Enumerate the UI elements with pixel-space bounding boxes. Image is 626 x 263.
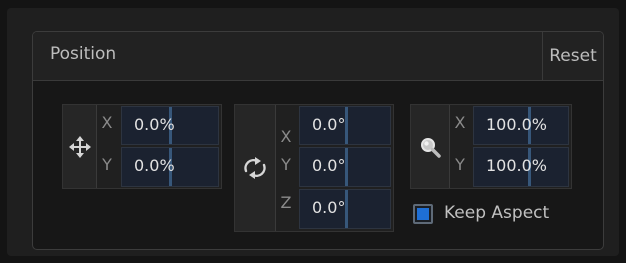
rotate-z-field[interactable]: 0.0° xyxy=(299,189,391,229)
translate-group: X Y 0.0% 0.0% xyxy=(62,104,222,189)
scale-x-field[interactable]: 100.0% xyxy=(473,106,569,145)
checkbox-checked-mark xyxy=(417,208,429,220)
scale-group: X Y 100.0% 100.0% xyxy=(410,104,572,189)
value-indicator xyxy=(345,190,348,228)
translate-y-value: 0.0% xyxy=(134,156,175,175)
scale-button[interactable] xyxy=(411,105,450,188)
rotate-arrows-icon xyxy=(244,157,266,179)
rotate-x-value: 0.0° xyxy=(312,115,346,134)
translate-x-field[interactable]: 0.0% xyxy=(121,106,219,145)
rotate-y-value: 0.0° xyxy=(312,156,346,175)
scale-x-value: 100.0% xyxy=(486,115,548,134)
scale-y-field[interactable]: 100.0% xyxy=(473,147,569,187)
reset-button[interactable]: Reset xyxy=(542,32,603,80)
rotate-y-field[interactable]: 0.0° xyxy=(299,147,391,187)
keep-aspect-label[interactable]: Keep Aspect xyxy=(444,203,549,223)
scale-y-axis-label: Y xyxy=(455,155,465,174)
rotate-z-axis-label: Z xyxy=(280,193,292,212)
keep-aspect-checkbox[interactable] xyxy=(413,204,433,224)
move-arrows-icon xyxy=(68,135,91,158)
move-button[interactable] xyxy=(63,105,97,188)
rotate-y-axis-label: Y xyxy=(281,155,291,174)
rotate-group: X Y Z 0.0° 0.0° 0.0° xyxy=(234,104,394,232)
value-indicator xyxy=(345,107,348,144)
translate-y-field[interactable]: 0.0% xyxy=(121,147,219,187)
position-panel: Position Reset X Y 0.0% 0.0% X Y Z 0.0° … xyxy=(32,31,604,250)
scale-y-value: 100.0% xyxy=(486,156,548,175)
rotate-button[interactable] xyxy=(235,105,276,231)
panel-title: Position xyxy=(50,44,117,64)
scale-x-axis-label: X xyxy=(454,113,466,132)
value-indicator xyxy=(345,148,348,186)
translate-x-value: 0.0% xyxy=(134,115,175,134)
rotate-x-axis-label: X xyxy=(280,127,292,146)
translate-x-axis-label: X xyxy=(101,113,113,132)
rotate-z-value: 0.0° xyxy=(312,198,346,217)
rotate-x-field[interactable]: 0.0° xyxy=(299,106,391,145)
magnifier-icon xyxy=(421,137,441,158)
translate-y-axis-label: Y xyxy=(102,155,112,174)
panel-header: Position Reset xyxy=(33,32,603,81)
